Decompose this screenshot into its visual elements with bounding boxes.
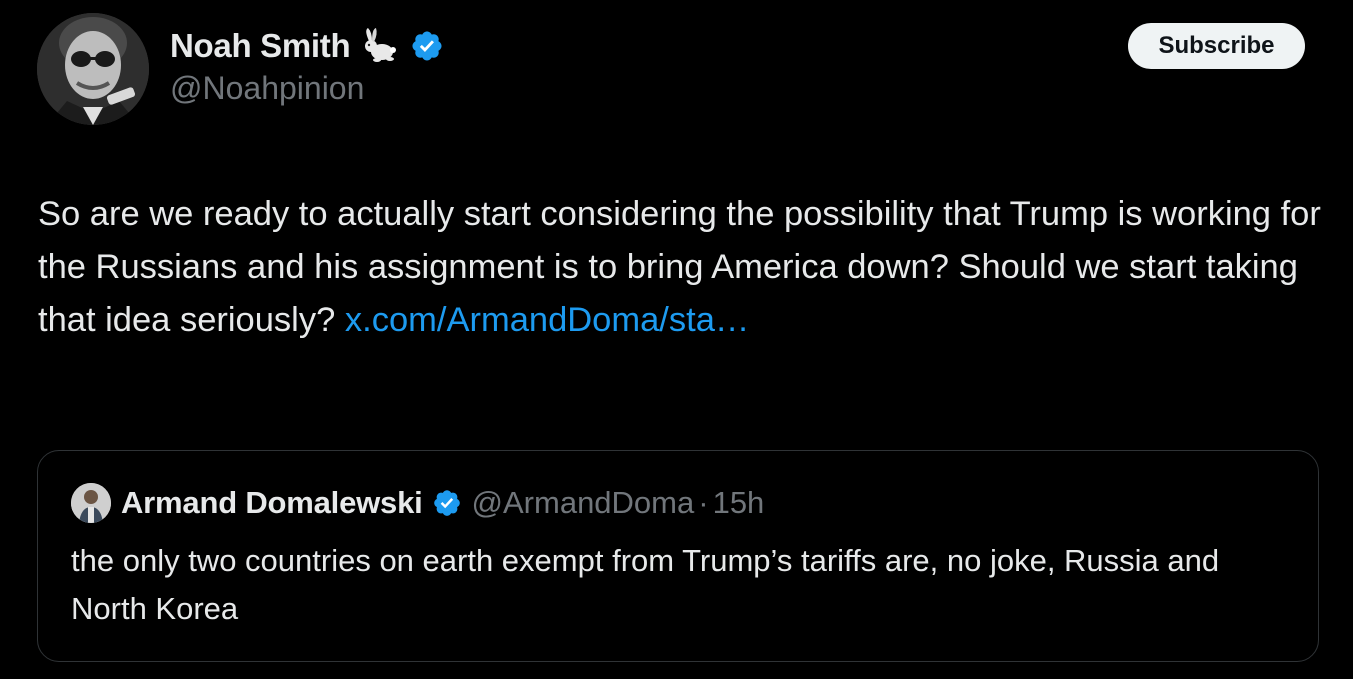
quoted-author-name[interactable]: Armand Domalewski <box>121 485 423 521</box>
quoted-timestamp[interactable]: 15h <box>713 485 765 521</box>
subscribe-button[interactable]: Subscribe <box>1128 23 1305 69</box>
quoted-post-header: Armand Domalewski @ArmandDoma · 15h <box>71 481 764 525</box>
post-card: Noah Smith @Noahpinion Subscribe So are … <box>0 0 1353 679</box>
post-text: So are we ready to actually start consid… <box>38 188 1328 347</box>
author-name[interactable]: Noah Smith <box>170 27 351 65</box>
author-avatar[interactable] <box>37 13 149 125</box>
post-link[interactable]: x.com/ArmandDoma/sta… <box>345 301 750 339</box>
verified-badge-icon <box>410 29 444 63</box>
author-name-row[interactable]: Noah Smith <box>170 24 444 68</box>
quoted-separator: · <box>698 485 709 520</box>
quoted-author-avatar-image <box>71 483 111 523</box>
quoted-author-handle[interactable]: @ArmandDoma <box>472 485 695 521</box>
quoted-verified-badge-icon <box>432 488 462 518</box>
rabbit-icon <box>360 26 400 66</box>
quoted-post-card[interactable]: Armand Domalewski @ArmandDoma · 15h the … <box>37 450 1319 662</box>
author-handle[interactable]: @Noahpinion <box>170 70 364 107</box>
quoted-author-avatar[interactable] <box>71 483 111 523</box>
quoted-post-text: the only two countries on earth exempt f… <box>71 543 1220 626</box>
author-avatar-image <box>37 13 149 125</box>
